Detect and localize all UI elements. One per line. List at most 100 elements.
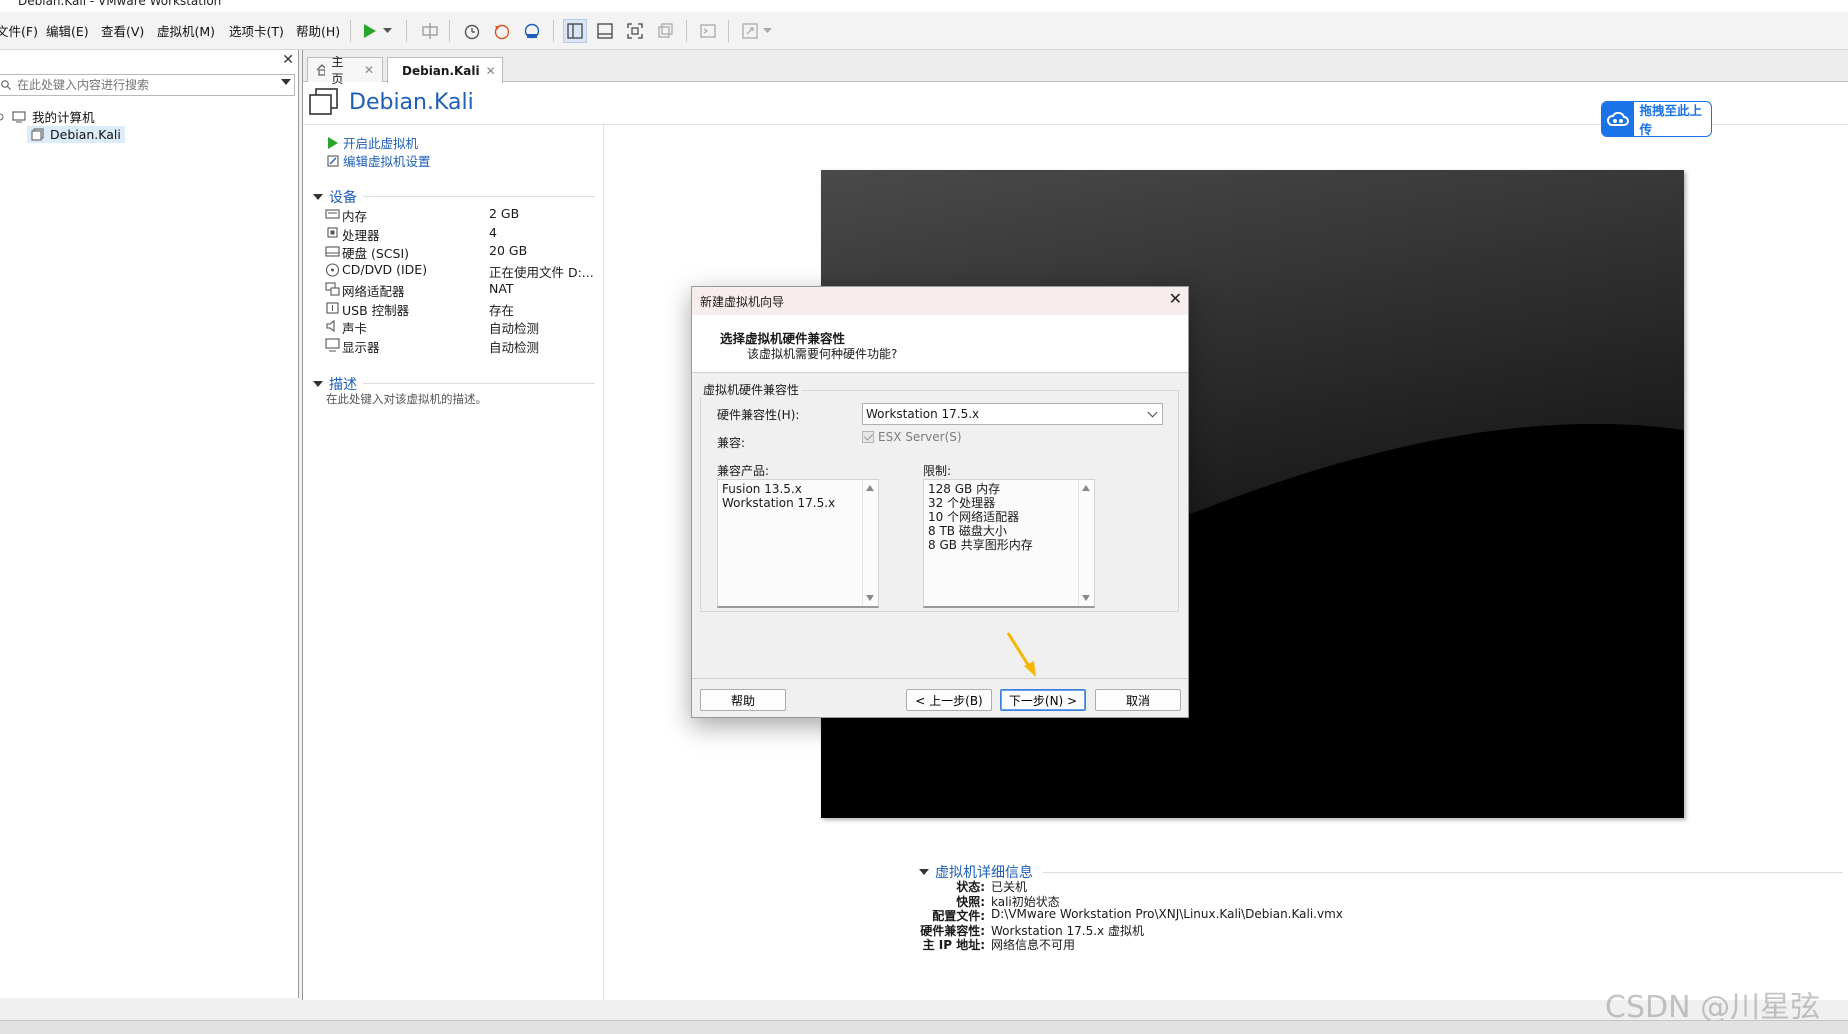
tab-close-icon[interactable]: ✕ — [486, 64, 496, 78]
library-search-input[interactable] — [15, 75, 285, 95]
action-label: 开启此虚拟机 — [343, 136, 419, 151]
library-search-box — [0, 74, 295, 96]
send-keys-icon[interactable] — [418, 19, 442, 43]
power-on-link[interactable]: 开启此虚拟机 — [327, 133, 418, 152]
list-item: 8 GB 共享图形内存 — [928, 538, 1033, 552]
vm-large-icon — [309, 88, 338, 115]
menu-help[interactable]: 帮助(H) — [296, 21, 340, 40]
device-row[interactable]: 网络适配器 NAT — [325, 281, 595, 299]
tree-item-my-computer[interactable]: 我的计算机 — [0, 107, 95, 126]
dialog-subheading: 该虚拟机需要何种硬件功能? — [747, 347, 898, 361]
limits-list[interactable]: 128 GB 内存 32 个处理器 10 个网络适配器 8 TB 磁盘大小 8 … — [923, 479, 1095, 608]
list-item: 32 个处理器 — [928, 496, 996, 510]
menu-edit[interactable]: 编辑(E) — [46, 21, 89, 40]
checkbox-label: ESX Server(S) — [878, 430, 962, 444]
device-row[interactable]: CD/DVD (IDE) 正在使用文件 D:... — [325, 262, 595, 280]
unity-icon[interactable] — [653, 19, 677, 43]
device-value: 2 GB — [489, 206, 520, 221]
collapse-triangle-icon — [919, 869, 929, 875]
list-item: 10 个网络适配器 — [928, 510, 1020, 524]
device-name: 声卡 — [342, 321, 368, 337]
device-value: 存在 — [489, 302, 515, 318]
search-dropdown-icon[interactable] — [281, 79, 291, 85]
close-icon[interactable]: ✕ — [1169, 289, 1182, 308]
menu-vm[interactable]: 虚拟机(M) — [157, 21, 215, 40]
memory-icon — [325, 209, 340, 219]
menu-view[interactable]: 查看(V) — [101, 21, 144, 40]
scrollbar[interactable] — [862, 480, 878, 606]
dialog-title: 新建虚拟机向导 — [700, 295, 785, 309]
list-item: Fusion 13.5.x — [722, 482, 802, 496]
stretch-guest-icon[interactable] — [738, 19, 762, 43]
compatible-products-list[interactable]: Fusion 13.5.x Workstation 17.5.x — [717, 479, 879, 608]
power-on-icon[interactable] — [358, 19, 382, 43]
scroll-down-icon[interactable] — [1082, 595, 1090, 601]
full-screen-icon[interactable] — [623, 19, 647, 43]
dialog-header: 选择虚拟机硬件兼容性 该虚拟机需要何种硬件功能? — [692, 315, 1188, 373]
scroll-up-icon[interactable] — [866, 485, 874, 491]
tab-strip: 主页 ✕ Debian.Kali ✕ — [303, 50, 1848, 86]
search-icon — [1, 80, 11, 90]
power-dropdown-icon[interactable] — [380, 19, 394, 43]
annotation-arrow-icon — [1006, 632, 1036, 677]
divider — [363, 383, 595, 384]
scrollbar[interactable] — [1078, 480, 1094, 606]
toolbar-separator — [449, 20, 450, 42]
upload-button[interactable]: 拖拽至此上传 — [1601, 101, 1712, 137]
menu-tabs[interactable]: 选项卡(T) — [229, 21, 284, 40]
devices-section-header[interactable]: 设备 — [313, 187, 357, 207]
esx-checkbox[interactable]: ESX Server(S) — [862, 430, 962, 444]
menu-file[interactable]: 文件(F) — [0, 21, 38, 40]
tab-debian-kali[interactable]: Debian.Kali ✕ — [387, 57, 503, 83]
stretch-dropdown-icon[interactable] — [760, 19, 774, 43]
tab-home[interactable]: 主页 ✕ — [307, 55, 383, 86]
device-row[interactable]: 处理器 4 — [325, 225, 595, 243]
collapse-triangle-icon — [313, 194, 323, 200]
device-row[interactable]: USB 控制器 存在 — [325, 300, 595, 318]
device-row[interactable]: 硬盘 (SCSI) 20 GB — [325, 243, 595, 261]
tab-close-icon[interactable]: ✕ — [364, 63, 374, 77]
device-row[interactable]: 显示器 自动检测 — [325, 337, 595, 355]
snapshot-manager-icon[interactable] — [520, 19, 544, 43]
tree-item-debian-kali[interactable]: Debian.Kali — [27, 126, 125, 143]
device-name: 内存 — [342, 209, 368, 224]
menu-bar: 文件(F) 编辑(E) 查看(V) 虚拟机(M) 选项卡(T) 帮助(H) — [0, 12, 1848, 50]
upload-label: 拖拽至此上传 — [1639, 103, 1702, 137]
console-view-icon[interactable] — [696, 19, 720, 43]
home-icon — [316, 64, 326, 76]
collapse-triangle-icon — [313, 381, 323, 387]
cancel-button[interactable]: 取消 — [1095, 689, 1181, 711]
select-value: Workstation 17.5.x — [866, 407, 980, 421]
scroll-down-icon[interactable] — [866, 595, 874, 601]
tree-collapse-icon[interactable] — [0, 112, 6, 122]
show-library-icon[interactable] — [563, 19, 587, 43]
device-name: 处理器 — [342, 227, 380, 243]
list-item: 8 TB 磁盘大小 — [928, 524, 1007, 538]
device-value: 正在使用文件 D:... — [489, 265, 594, 281]
hw-compat-select[interactable]: Workstation 17.5.x — [862, 403, 1163, 425]
divider — [1043, 872, 1843, 873]
toolbar-separator — [553, 20, 554, 42]
description-placeholder[interactable]: 在此处键入对该虚拟机的描述。 — [326, 391, 487, 407]
device-row[interactable]: 声卡 自动检测 — [325, 318, 595, 336]
scroll-up-icon[interactable] — [1082, 485, 1090, 491]
device-value: NAT — [489, 280, 514, 296]
cloud-upload-icon — [1602, 102, 1635, 136]
snapshot-icon[interactable] — [460, 19, 484, 43]
compat-label: 兼容: — [717, 436, 746, 450]
back-button[interactable]: < 上一步(B) — [906, 689, 992, 711]
limits-label: 限制: — [923, 464, 952, 478]
library-close-icon[interactable]: ✕ — [282, 52, 294, 68]
help-button[interactable]: 帮助 — [700, 689, 786, 711]
device-row[interactable]: 内存 2 GB — [325, 206, 595, 224]
play-icon — [328, 136, 338, 149]
next-button[interactable]: 下一步(N) > — [1000, 689, 1086, 711]
hw-compat-label: 硬件兼容性(H): — [717, 408, 800, 422]
tab-label: 主页 — [331, 55, 344, 86]
vm-title: Debian.Kali — [349, 89, 474, 115]
revert-snapshot-icon[interactable] — [490, 19, 514, 43]
thumbnail-bar-icon[interactable] — [593, 19, 617, 43]
edit-settings-link[interactable]: 编辑虚拟机设置 — [327, 151, 431, 170]
chevron-down-icon — [1147, 407, 1158, 418]
device-name: 硬盘 (SCSI) — [342, 246, 410, 262]
